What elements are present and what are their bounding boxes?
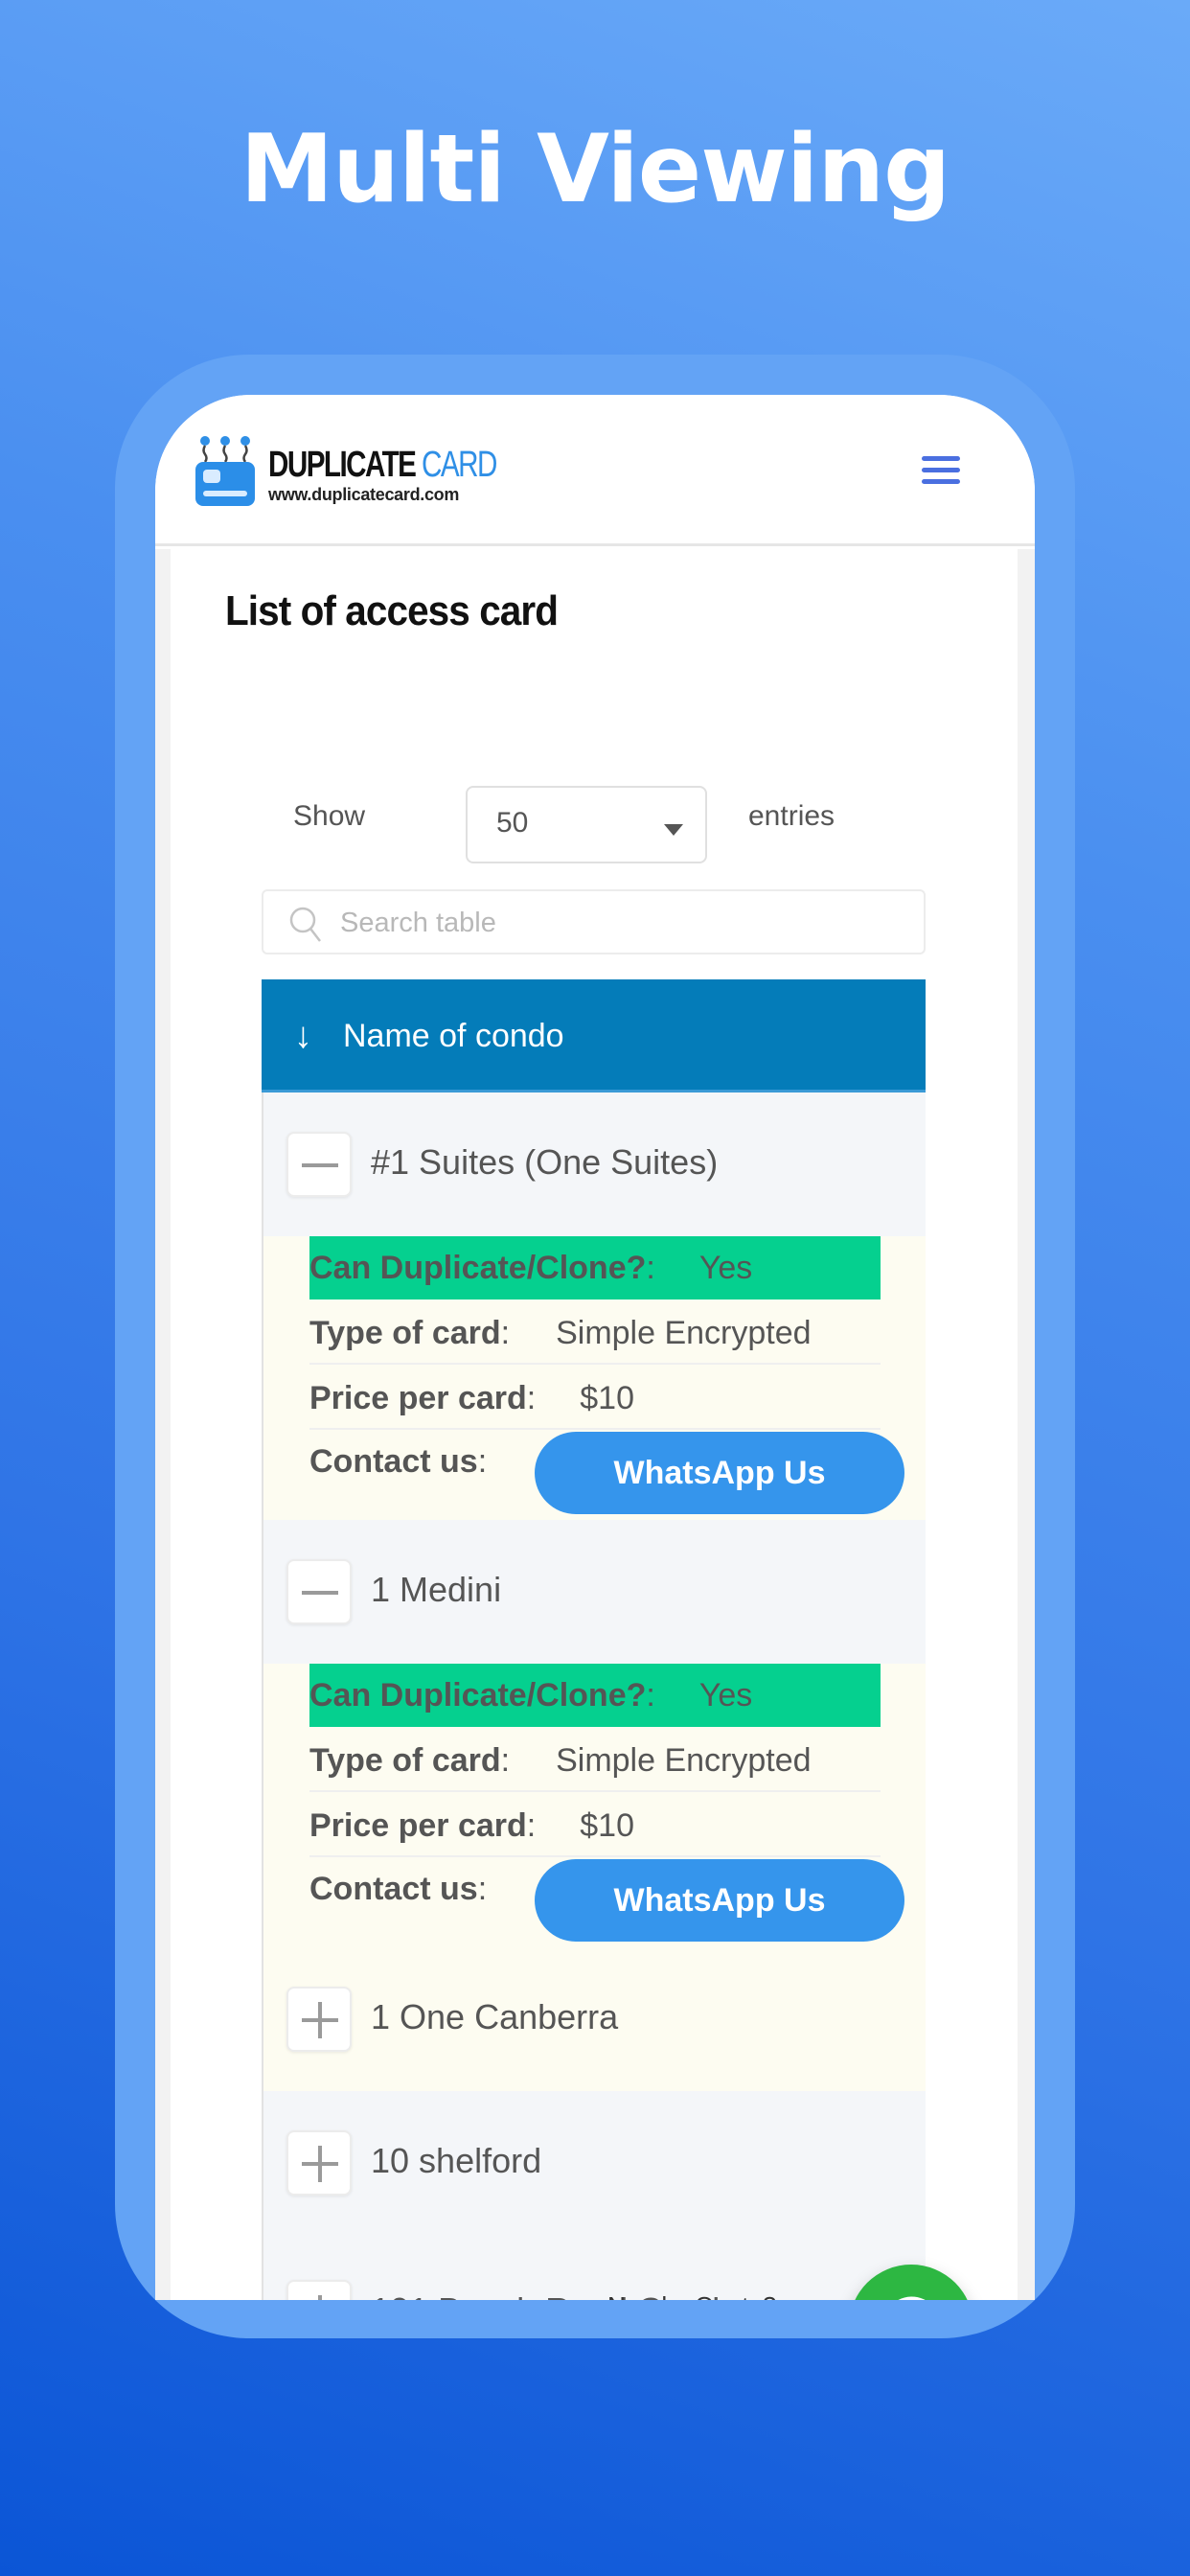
site-logo[interactable]: DUPLICATE CARD www.duplicatecard.com — [195, 433, 497, 510]
logo-url: www.duplicatecard.com — [268, 485, 460, 504]
card-price: Price per card: $10 — [309, 1365, 881, 1430]
menu-line — [922, 456, 960, 461]
collapse-row-button[interactable] — [286, 1132, 352, 1197]
whatsapp-us-button[interactable]: WhatsApp Us — [535, 1432, 904, 1514]
type-value: Simple Encrypted — [556, 1742, 812, 1779]
table-row[interactable]: 1 One Canberra — [262, 1947, 926, 2091]
entries-per-page-select[interactable]: 50 — [466, 786, 707, 863]
minus-icon — [302, 1591, 338, 1595]
type-label: Type of card — [309, 1315, 501, 1351]
expand-row-button[interactable] — [286, 1987, 352, 2052]
clone-label: Can Duplicate/Clone? — [309, 1677, 647, 1714]
whatsapp-icon — [898, 2296, 926, 2300]
search-icon — [289, 907, 321, 942]
caret-down-icon — [664, 824, 683, 836]
table-row[interactable]: 101 Beach Road Condo — [262, 2241, 926, 2300]
whatsapp-us-button[interactable]: WhatsApp Us — [535, 1859, 904, 1942]
contact-label: Contact us — [309, 1443, 478, 1480]
clone-status: Can Duplicate/Clone?: Yes — [309, 1664, 881, 1727]
clone-value: Yes — [698, 1250, 753, 1286]
row-details: Can Duplicate/Clone?: Yes Type of card: Si… — [262, 1664, 926, 1947]
contact-label: Contact us — [309, 1871, 478, 1907]
clone-label: Can Duplicate/Clone? — [309, 1250, 647, 1286]
clone-value: Yes — [698, 1677, 753, 1714]
collapse-row-button[interactable] — [286, 1559, 352, 1624]
column-header-name-of-condo[interactable]: ↓ Name of condo — [262, 979, 926, 1092]
search-input[interactable] — [340, 901, 896, 945]
search-field[interactable] — [262, 889, 926, 954]
expand-row-button[interactable] — [286, 2130, 352, 2196]
hamburger-menu-icon[interactable] — [922, 456, 960, 487]
row-details: Can Duplicate/Clone?: Yes Type of card: Si… — [262, 1236, 926, 1520]
menu-line — [922, 479, 960, 484]
price-value: $10 — [580, 1807, 634, 1844]
page-title: List of access card — [225, 587, 559, 634]
column-header-label: Name of condo — [343, 1018, 564, 1054]
logo-wordmark: DUPLICATE CARD — [268, 445, 497, 485]
price-label: Price per card — [309, 1380, 527, 1416]
menu-line — [922, 468, 960, 472]
minus-icon — [302, 1163, 338, 1167]
table-row[interactable]: #1 Suites (One Suites) — [262, 1092, 926, 1236]
type-value: Simple Encrypted — [556, 1315, 812, 1351]
quote-callout[interactable]: Need a Quote? WhatsApp Now — [607, 2291, 790, 2300]
card-price: Price per card: $10 — [309, 1792, 881, 1857]
card-type: Type of card: Simple Encrypted — [309, 1727, 881, 1792]
logo-accent: CARD — [422, 445, 497, 485]
logo-primary: DUPLICATE — [268, 445, 417, 485]
arrow-down-icon: ↓ — [294, 1016, 312, 1056]
table-row[interactable]: 10 shelford — [262, 2091, 926, 2241]
price-label: Price per card — [309, 1807, 527, 1844]
clone-status: Can Duplicate/Clone?: Yes — [309, 1236, 881, 1300]
condo-name: 1 One Canberra — [371, 1997, 619, 2036]
site-header: DUPLICATE CARD www.duplicatecard.com — [155, 395, 1035, 546]
card-logo-icon — [195, 436, 255, 506]
card-type: Type of card: Simple Encrypted — [309, 1300, 881, 1365]
price-value: $10 — [580, 1380, 634, 1416]
condo-table: ↓ Name of condo #1 Suites (One Suites) C… — [262, 979, 926, 2300]
table-row[interactable]: 1 Medini — [262, 1520, 926, 1664]
show-label: Show — [293, 800, 366, 832]
condo-name: #1 Suites (One Suites) — [371, 1142, 719, 1182]
quote-line-1: Need a Quote? — [607, 2291, 790, 2300]
content-panel: List of access card Show 50 entries ↓ Na… — [171, 549, 1018, 2300]
type-label: Type of card — [309, 1742, 501, 1779]
expand-row-button[interactable] — [286, 2280, 352, 2300]
condo-name: 10 shelford — [371, 2141, 542, 2180]
entries-label: entries — [748, 800, 835, 832]
page-area: List of access card Show 50 entries ↓ Na… — [155, 549, 1035, 2300]
entries-select-value: 50 — [496, 807, 529, 839]
promo-title: Multi Viewing — [240, 115, 951, 224]
phone-screen: DUPLICATE CARD www.duplicatecard.com Lis… — [155, 395, 1035, 2300]
condo-name: 1 Medini — [371, 1570, 502, 1609]
